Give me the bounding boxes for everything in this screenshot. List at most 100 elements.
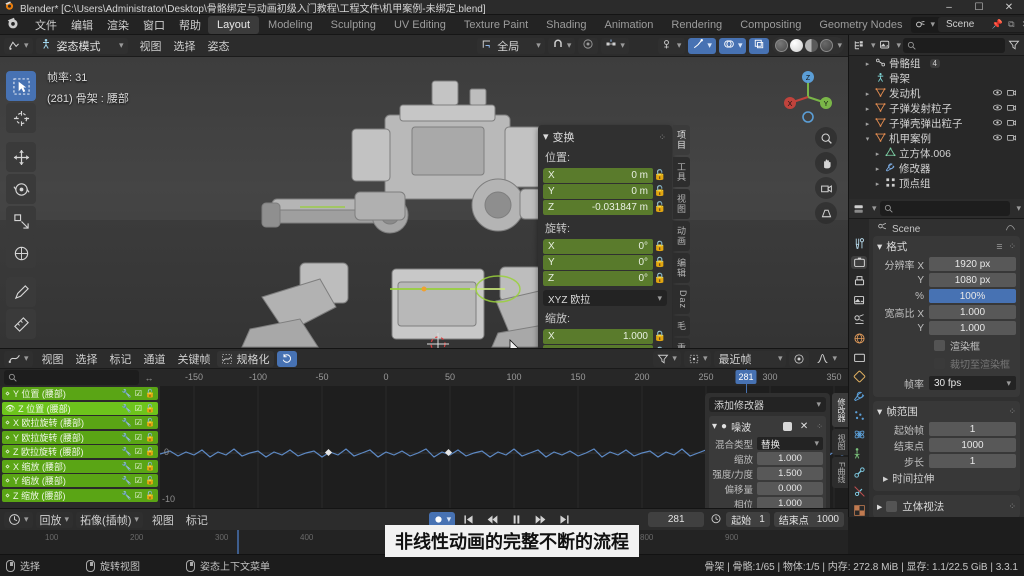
keying-chevron-down-icon[interactable]: ▾ xyxy=(134,514,139,525)
filter-button[interactable]: ▾ xyxy=(653,350,681,367)
frame-range-drag-handle[interactable]: ⁘ xyxy=(1008,406,1016,417)
filter-chevron-down-icon[interactable]: ▾ xyxy=(672,353,677,364)
channel-curve-icon[interactable]: ⋄ xyxy=(5,491,10,500)
camera-icon[interactable] xyxy=(1006,102,1017,116)
proportional-edit-button[interactable] xyxy=(578,37,599,54)
proportional-graph-button[interactable] xyxy=(789,350,810,367)
ptab-constraint-icon[interactable] xyxy=(851,447,867,460)
scene-duplicate-icon[interactable]: ⧉ xyxy=(1004,18,1018,32)
stereoscopy-drag-handle[interactable]: ⁘ xyxy=(1008,501,1016,512)
properties-animate-icon[interactable] xyxy=(1005,222,1016,236)
ptab-data-icon[interactable] xyxy=(851,466,867,479)
timeline-menu-marker[interactable]: 标记 xyxy=(180,512,214,528)
rotation-z-lock-icon[interactable]: 🔒 xyxy=(653,273,667,284)
shading-material-button[interactable] xyxy=(805,39,819,52)
noise-collapse-chevron-icon[interactable]: ▾ xyxy=(712,421,717,432)
menu-edit[interactable]: 编辑 xyxy=(64,15,100,35)
outliner-search-input[interactable] xyxy=(903,37,1005,53)
rotation-mode-chevron-down-icon[interactable]: ▾ xyxy=(657,293,662,304)
format-collapse-chevron-icon[interactable]: ▾ xyxy=(877,241,882,253)
channel-mute-checkbox[interactable]: ☑ xyxy=(135,389,142,398)
graph-editor[interactable]: ▾ 视图 选择 标记 通道 关键帧 规格化 ▾ ▾ 最近帧 ▾ ▾ ↔ ⋄ Y … xyxy=(0,348,848,508)
stereoscopy-title-row[interactable]: ▸ 立体视法 ⁘ xyxy=(877,499,1016,514)
gizmo-toggle-button[interactable]: ▾ xyxy=(688,37,716,54)
frame-range-row-value[interactable]: 1 xyxy=(929,422,1016,436)
scene-browse-icon[interactable] xyxy=(913,18,927,32)
shading-wireframe-button[interactable] xyxy=(775,39,789,52)
shading-mode-group[interactable]: ▾ xyxy=(772,37,844,54)
camera-view-icon[interactable] xyxy=(815,177,837,199)
tool-annotate[interactable] xyxy=(6,277,36,307)
stereoscopy-chevron-right-icon[interactable]: ▸ xyxy=(877,501,882,513)
workspace-tab-rendering[interactable]: Rendering xyxy=(662,16,731,34)
frame-range-title-row[interactable]: ▾ 帧范围 ⁘ xyxy=(877,404,1016,419)
rotation-y-field[interactable]: Y 0° xyxy=(543,255,653,270)
shading-solid-button[interactable] xyxy=(790,39,804,52)
channel-mute-checkbox[interactable]: ☑ xyxy=(135,462,142,471)
graph-menu-select[interactable]: 选择 xyxy=(70,351,104,367)
channel-curve-icon[interactable]: ⋄ xyxy=(5,418,10,427)
noise-modifier-header[interactable]: ▾ ● 噪波 ✕ ⁘ xyxy=(712,419,823,434)
transform-orientation-selector[interactable]: 全局 ▾ xyxy=(477,37,545,54)
channel-mute-checkbox[interactable]: ☑ xyxy=(135,476,142,485)
channel-lock-icon[interactable]: 🔓 xyxy=(145,433,155,442)
ptab-particles-icon[interactable] xyxy=(851,409,867,422)
channel-modifier-icon[interactable]: 🔧 xyxy=(122,491,132,500)
eye-icon[interactable] xyxy=(992,132,1003,146)
workspace-tab-uv-editing[interactable]: UV Editing xyxy=(385,16,455,34)
channel-row[interactable]: ⋄ X 欧拉旋转 (腰部) 🔧 ☑ 🔓 xyxy=(2,416,158,429)
channel-lock-icon[interactable]: 🔓 xyxy=(145,389,155,398)
snap-chevron-down-icon[interactable]: ▾ xyxy=(567,40,572,51)
workspace-tab-texture-paint[interactable]: Texture Paint xyxy=(455,16,537,34)
channel-row[interactable]: ⋄ Z 欧拉旋转 (腰部) 🔧 ☑ 🔓 xyxy=(2,445,158,458)
channel-modifier-icon[interactable]: 🔧 xyxy=(122,418,132,427)
frame-range-clock-icon[interactable] xyxy=(710,512,722,527)
ptab-output-icon[interactable] xyxy=(851,275,867,288)
channel-modifier-icon[interactable]: 🔧 xyxy=(122,433,132,442)
navigation-gizmo[interactable]: Z Y X xyxy=(780,69,836,125)
n-tab-daz[interactable]: Daz xyxy=(673,285,690,315)
tool-transform[interactable] xyxy=(6,238,36,268)
visibility-chevron-down-icon[interactable]: ▾ xyxy=(677,40,682,51)
graph-editor-type-button[interactable]: ▾ xyxy=(4,350,33,367)
scene-name-field[interactable]: Scene 📌 ⧉ ✕ xyxy=(938,17,1024,32)
crop-checkbox-box[interactable] xyxy=(934,358,945,369)
frame-range-row-value[interactable]: 1000 xyxy=(929,438,1016,452)
mode-selector[interactable]: 姿态模式 ▾ xyxy=(35,37,128,54)
eye-icon[interactable] xyxy=(992,87,1003,101)
playback-chevron-down-icon[interactable]: ▾ xyxy=(65,514,70,525)
location-z-field[interactable]: Z -0.031847 m xyxy=(543,200,653,215)
eye-icon[interactable] xyxy=(992,102,1003,116)
pivot-graph-chevron-down-icon[interactable]: ▾ xyxy=(703,353,708,364)
channel-modifier-icon[interactable]: 🔧 xyxy=(122,462,132,471)
camera-icon[interactable] xyxy=(1006,117,1017,131)
chevron-right-icon[interactable]: ▸ xyxy=(873,150,882,158)
timeline-editor-type-button[interactable]: ▾ xyxy=(4,511,33,528)
format-row-value[interactable]: 1.000 xyxy=(929,321,1016,335)
gn-tab-modifiers[interactable]: 修改器 xyxy=(832,393,848,427)
properties-search-input[interactable] xyxy=(879,201,1011,216)
format-row-value[interactable]: 1080 px xyxy=(929,273,1016,287)
noise-enable-checkbox[interactable] xyxy=(782,422,792,431)
eye-icon[interactable] xyxy=(992,117,1003,131)
outliner-row[interactable]: ▸ 立方体.006 xyxy=(849,146,1024,161)
channel-mute-checkbox[interactable]: ☑ xyxy=(135,404,142,413)
channel-mute-checkbox[interactable]: ☑ xyxy=(135,433,142,442)
auto-keying-chevron-down-icon[interactable]: ▾ xyxy=(447,514,452,525)
visibility-button[interactable]: ▾ xyxy=(657,37,686,54)
outliner-row[interactable]: 骨架 xyxy=(849,71,1024,86)
viewport-menu-view[interactable]: 视图 xyxy=(134,38,168,54)
channel-mute-checkbox[interactable]: ☑ xyxy=(135,491,142,500)
channel-modifier-icon[interactable]: 🔧 xyxy=(122,389,132,398)
location-y-field[interactable]: Y 0 m xyxy=(543,184,653,199)
rotation-y-lock-icon[interactable]: 🔒 xyxy=(653,257,667,268)
3d-viewport[interactable]: 帧率: 31 (281) 骨架 : 腰部 Z Y X ▾ 变换 ⁘ 位置: X … xyxy=(0,57,848,348)
stereoscopy-checkbox-box[interactable] xyxy=(886,501,898,512)
chevron-down-icon[interactable]: ▾ xyxy=(863,135,872,143)
fps-select[interactable]: 30 fps ▾ xyxy=(929,376,1016,390)
n-panel-title-row[interactable]: ▾ 变换 ⁘ xyxy=(543,129,667,145)
render-region-checkbox[interactable]: 渲染框 xyxy=(934,338,1016,353)
scene-chevron-down-icon[interactable]: ▾ xyxy=(930,19,935,30)
fps-chevron-down-icon[interactable]: ▾ xyxy=(1006,378,1011,389)
snap-select[interactable]: 最近帧 ▾ xyxy=(714,350,787,367)
